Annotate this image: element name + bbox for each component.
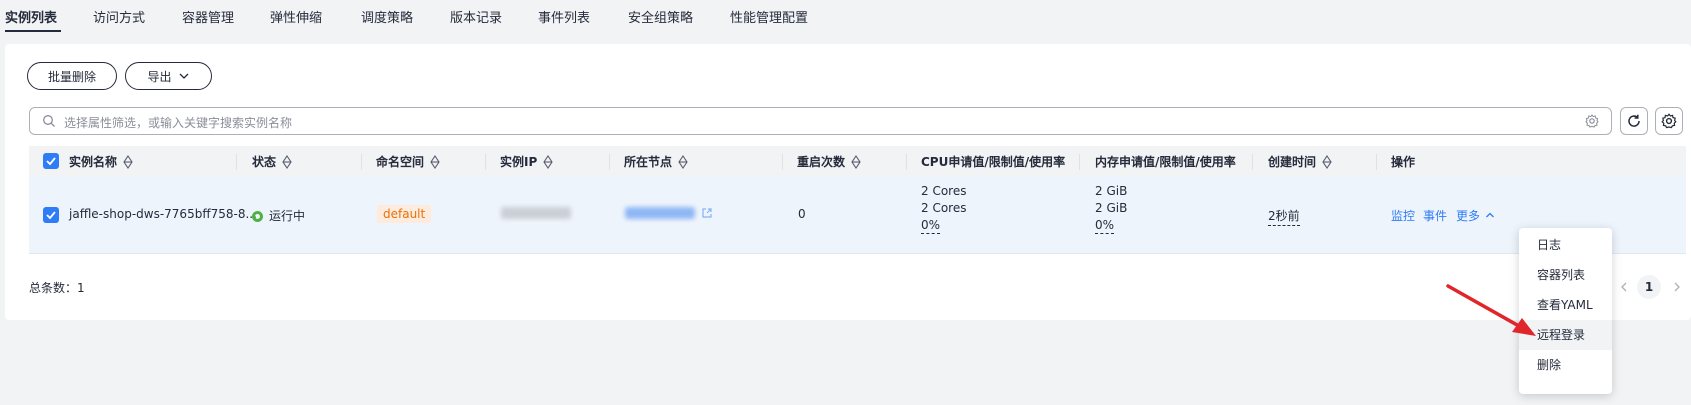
tab-event-list[interactable]: 事件列表 [538,7,590,26]
tab-security-group-policy[interactable]: 安全组策略 [628,7,693,26]
sort-icon [123,154,133,169]
col-namespace[interactable]: 命名空间 [376,153,440,170]
col-status-label: 状态 [252,155,277,169]
node-link-redacted[interactable] [625,207,695,219]
menu-item-logs[interactable]: 日志 [1519,230,1612,260]
chevron-down-icon [179,73,188,79]
column-divider [361,154,362,170]
row-checkbox[interactable] [43,207,59,223]
table-row: jaffle-shop-dws-7765bff758-8... 运行中 defa… [29,176,1686,254]
sort-icon [1322,154,1332,169]
column-divider [485,154,486,170]
column-divider [609,154,610,170]
col-instance-ip-label: 实例IP [500,155,538,169]
export-button[interactable]: 导出 [125,62,212,90]
column-divider [1079,154,1080,170]
memory-request: 2 GiB [1095,184,1128,198]
tab-scheduling-policy[interactable]: 调度策略 [361,7,413,26]
column-divider [1376,154,1377,170]
events-link[interactable]: 事件 [1423,207,1447,224]
column-divider [1252,154,1253,170]
tab-container-management[interactable]: 容器管理 [182,7,234,26]
chevron-up-icon [1486,212,1494,218]
col-restarts[interactable]: 重启次数 [797,153,861,170]
batch-delete-button[interactable]: 批量删除 [27,62,117,90]
col-instance-name[interactable]: 实例名称 [69,153,133,170]
col-cpu: CPU申请值/限制值/使用率 [921,153,1065,170]
cpu-usage[interactable]: 0% [921,218,941,234]
col-instance-name-label: 实例名称 [69,155,118,169]
col-created-label: 创建时间 [1268,155,1317,169]
col-status[interactable]: 状态 [252,153,292,170]
more-actions-button[interactable]: 更多 [1456,207,1495,224]
sort-icon [851,154,861,169]
external-link-icon[interactable] [701,207,713,219]
tab-access-mode[interactable]: 访问方式 [93,7,145,26]
check-icon [46,211,56,220]
col-memory-label: 内存申请值/限制值/使用率 [1095,155,1236,169]
tab-instance-list[interactable]: 实例列表 [5,7,57,26]
column-divider [782,154,783,170]
sort-icon [678,154,688,169]
total-count: 总条数：1 [29,281,85,295]
check-icon [46,157,56,166]
memory-limit: 2 GiB [1095,201,1128,215]
settings-icon[interactable] [1585,114,1599,128]
next-page-icon[interactable] [1671,281,1683,293]
monitor-link[interactable]: 监控 [1391,207,1415,224]
col-cpu-label: CPU申请值/限制值/使用率 [921,155,1066,169]
running-status-icon [252,211,263,222]
col-node-label: 所在节点 [624,155,673,169]
more-label: 更多 [1456,209,1481,223]
status-text: 运行中 [269,209,306,223]
instance-ip-redacted [501,207,571,219]
col-restarts-label: 重启次数 [797,155,846,169]
restart-count: 0 [798,207,806,221]
active-tab-indicator [5,30,61,32]
tab-version-history[interactable]: 版本记录 [450,7,502,26]
created-time[interactable]: 2秒前 [1268,207,1300,226]
refresh-button[interactable] [1620,107,1648,135]
prev-page-icon[interactable] [1618,281,1630,293]
tab-bar: 实例列表 访问方式 容器管理 弹性伸缩 调度策略 版本记录 事件列表 安全组策略… [0,0,1691,34]
col-created[interactable]: 创建时间 [1268,153,1332,170]
col-memory: 内存申请值/限制值/使用率 [1095,153,1236,170]
cpu-limit: 2 Cores [921,201,967,215]
tab-autoscaling[interactable]: 弹性伸缩 [270,7,322,26]
col-node[interactable]: 所在节点 [624,153,688,170]
search-placeholder: 选择属性筛选，或输入关键字搜索实例名称 [64,116,293,130]
search-input[interactable]: 选择属性筛选，或输入关键字搜索实例名称 [29,107,1612,135]
table-header: 实例名称 状态 命名空间 实例IP 所在节点 重启次数 CPU申请值/限制值/使… [29,146,1686,176]
col-instance-ip[interactable]: 实例IP [500,153,553,170]
select-all-checkbox[interactable] [43,153,59,169]
instance-name[interactable]: jaffle-shop-dws-7765bff758-8... [69,207,257,221]
cpu-request: 2 Cores [921,184,967,198]
batch-delete-label: 批量删除 [47,69,96,84]
status-badge: 运行中 [252,207,305,224]
search-icon [43,115,55,127]
sort-icon [430,154,440,169]
export-label: 导出 [147,69,172,84]
refresh-icon [1628,114,1640,127]
col-namespace-label: 命名空间 [376,155,425,169]
tab-performance-config[interactable]: 性能管理配置 [730,7,808,26]
gear-icon [1661,113,1677,129]
sort-icon [543,154,553,169]
table-settings-button[interactable] [1655,107,1683,135]
column-divider [906,154,907,170]
col-actions-label: 操作 [1391,155,1416,169]
column-divider [236,154,237,170]
namespace-tag: default [377,205,432,223]
memory-usage[interactable]: 0% [1095,218,1115,234]
page-number-current[interactable]: 1 [1637,275,1661,299]
menu-item-delete[interactable]: 删除 [1519,350,1612,380]
filter-icon [282,154,292,169]
annotation-arrow-icon [1446,284,1536,336]
col-actions: 操作 [1391,153,1415,170]
